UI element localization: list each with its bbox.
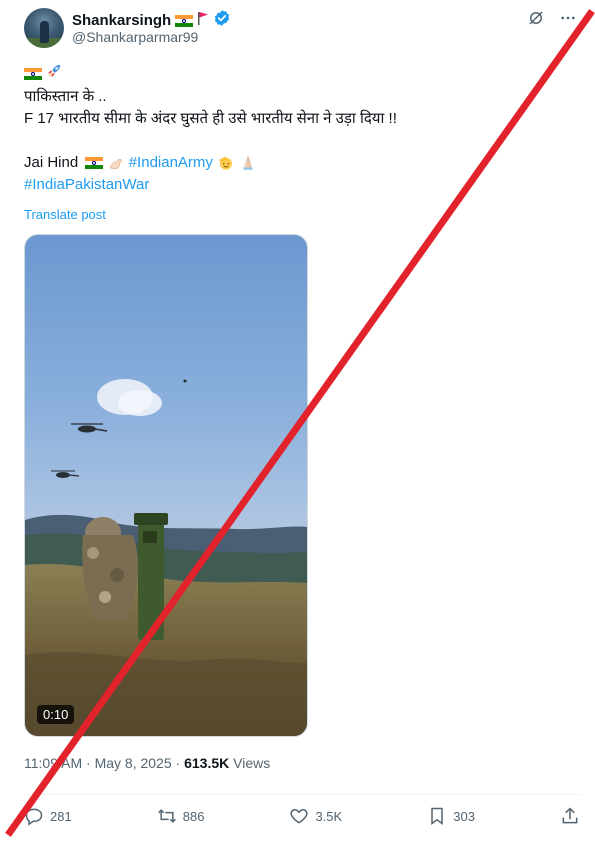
launcher-tube (134, 513, 168, 640)
meta-separator-2: · (175, 755, 181, 771)
post-time[interactable]: 11:09 AM (24, 755, 82, 771)
helicopter-2 (51, 470, 80, 478)
bookmark-count: 303 (453, 808, 475, 824)
bookmark-button[interactable]: 303 (427, 806, 475, 826)
views-label: Views (233, 755, 271, 771)
india-flag-emoji (24, 63, 42, 85)
reply-button[interactable]: 281 (24, 806, 72, 826)
author-handle[interactable]: @Shankarparmar99 (72, 29, 198, 45)
post-line-3: F 17 भारतीय सीमा के अंदर घुसते ही उसे भा… (24, 110, 397, 127)
india-flag-icon (175, 14, 194, 27)
action-bar: 281 886 3.5K 303 (24, 806, 580, 826)
red-flag-icon (197, 11, 209, 30)
divider (24, 794, 580, 795)
post-line-2: पाकिस्तान के .. (24, 88, 107, 105)
like-count: 3.5K (315, 808, 343, 824)
post-line-5: #IndiaPakistanWar (24, 174, 564, 196)
repost-button[interactable]: 886 (157, 806, 205, 826)
post-line-4: Jai Hind #IndianArmy (24, 152, 564, 174)
post-text: पाकिस्तान के .. F 17 भारतीय सीमा के अंदर… (24, 62, 564, 196)
heart-icon (290, 808, 309, 824)
bookmark-icon (431, 807, 443, 825)
helicopter-1 (71, 423, 108, 433)
verified-badge-icon (213, 9, 231, 32)
post-card: Shankarsingh @Shankarparmar99 पाकिस्तान (0, 0, 595, 841)
post-blank-line (24, 130, 564, 152)
like-button[interactable]: 3.5K (289, 806, 342, 826)
hashtag-indianarmy[interactable]: #IndianArmy (129, 154, 213, 171)
avatar[interactable] (24, 8, 64, 48)
saluting-face-emoji (217, 154, 239, 171)
repost-icon (157, 809, 176, 823)
post-meta: 11:09 AM · May 8, 2025 · 613.5K Views (24, 755, 270, 771)
meta-separator: · (86, 755, 91, 771)
rocket-emoji (46, 62, 63, 86)
india-flag-emoji-2 (85, 157, 104, 170)
hashtag-indiapakistanwar[interactable]: #IndiaPakistanWar (24, 176, 149, 193)
video-frame (25, 379, 307, 736)
flexed-biceps-emoji (108, 154, 129, 171)
post-top-actions (527, 9, 577, 32)
avatar-figure (40, 21, 49, 43)
reply-count: 281 (50, 808, 72, 824)
video-duration-badge: 0:10 (37, 705, 75, 724)
repost-count: 886 (182, 808, 205, 824)
share-icon (562, 807, 578, 824)
post-date[interactable]: May 8, 2025 (95, 755, 172, 771)
grok-icon[interactable] (527, 9, 545, 32)
post-line-emojis (24, 62, 564, 86)
video-player[interactable]: 0:10 (24, 234, 308, 737)
folded-hands-emoji (239, 154, 257, 171)
views-count: 613.5K (184, 755, 230, 771)
author-display-name[interactable]: Shankarsingh (72, 12, 171, 29)
share-button[interactable] (560, 806, 580, 826)
reply-icon (25, 808, 43, 826)
jai-hind-text: Jai Hind (24, 154, 79, 171)
distant-aircraft (183, 379, 187, 383)
more-options-icon[interactable] (559, 9, 577, 32)
translate-post-link[interactable]: Translate post (24, 207, 106, 222)
